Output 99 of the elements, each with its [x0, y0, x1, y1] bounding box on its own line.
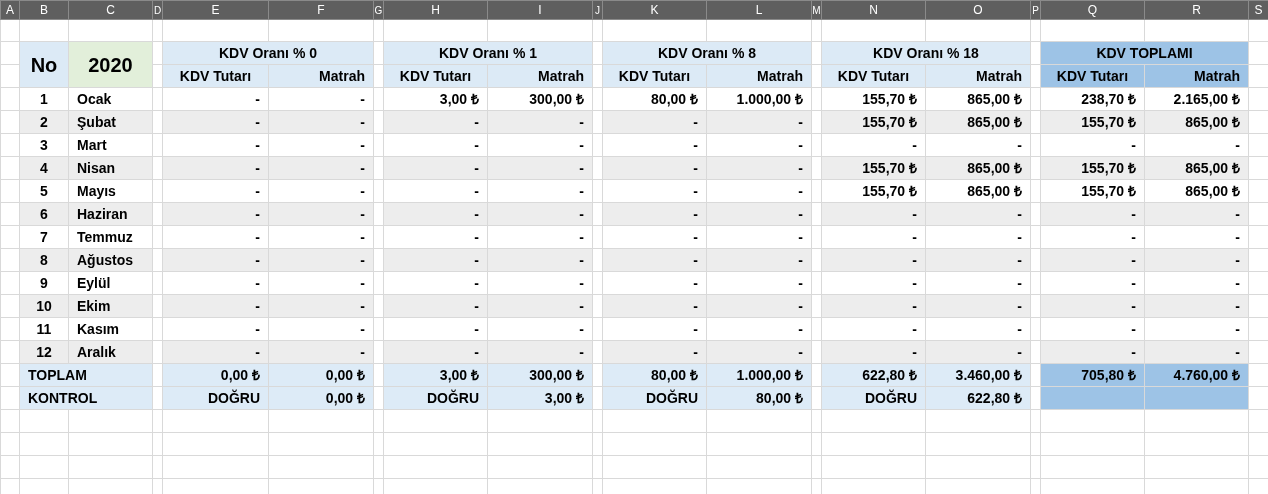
- table-cell: -: [268, 317, 374, 341]
- column-heading: No: [19, 41, 69, 88]
- table-cell: -: [706, 225, 812, 249]
- column-header[interactable]: F: [268, 0, 374, 20]
- column-header[interactable]: L: [706, 0, 812, 20]
- column-header[interactable]: A: [0, 0, 20, 20]
- column-header[interactable]: D: [152, 0, 163, 20]
- table-cell: 238,70 ₺: [1040, 87, 1145, 111]
- table-cell: -: [821, 271, 926, 295]
- table-cell: 300,00 ₺: [487, 87, 593, 111]
- table-cell: KONTROL: [19, 386, 153, 410]
- table-cell: -: [706, 271, 812, 295]
- table-cell: -: [1040, 271, 1145, 295]
- group-heading: KDV Oranı % 1: [383, 41, 593, 65]
- table-cell: -: [602, 133, 707, 157]
- table-cell: 9: [19, 271, 69, 295]
- column-header[interactable]: G: [373, 0, 384, 20]
- table-cell: Mayıs: [68, 179, 153, 203]
- table-cell: -: [821, 133, 926, 157]
- group-heading: KDV Oranı % 0: [162, 41, 374, 65]
- table-cell: -: [162, 317, 269, 341]
- table-cell: -: [1040, 133, 1145, 157]
- column-header[interactable]: B: [19, 0, 69, 20]
- table-cell: -: [383, 271, 488, 295]
- column-heading: 2020: [68, 41, 153, 88]
- table-cell: -: [602, 179, 707, 203]
- table-cell: Ocak: [68, 87, 153, 111]
- table-cell: -: [268, 225, 374, 249]
- column-header[interactable]: C: [68, 0, 153, 20]
- table-cell: -: [487, 133, 593, 157]
- table-cell: Temmuz: [68, 225, 153, 249]
- table-cell: -: [821, 225, 926, 249]
- table-cell: -: [162, 225, 269, 249]
- table-cell: -: [383, 225, 488, 249]
- table-cell: 155,70 ₺: [1040, 179, 1145, 203]
- group-heading: KDV Oranı % 8: [602, 41, 812, 65]
- table-cell: 155,70 ₺: [821, 179, 926, 203]
- column-header[interactable]: M: [811, 0, 822, 20]
- table-cell: 865,00 ₺: [925, 179, 1031, 203]
- table-cell: -: [925, 133, 1031, 157]
- table-cell: 5: [19, 179, 69, 203]
- table-cell: -: [602, 271, 707, 295]
- table-cell: -: [487, 271, 593, 295]
- table-cell: 3,00 ₺: [383, 87, 488, 111]
- table-cell: -: [162, 87, 269, 111]
- column-header[interactable]: K: [602, 0, 707, 20]
- table-cell: -: [602, 225, 707, 249]
- column-header[interactable]: O: [925, 0, 1031, 20]
- table-cell: -: [1144, 271, 1249, 295]
- table-cell: 1.000,00 ₺: [706, 87, 812, 111]
- column-header[interactable]: H: [383, 0, 488, 20]
- table-cell: -: [162, 179, 269, 203]
- table-cell: -: [706, 179, 812, 203]
- table-cell: -: [706, 317, 812, 341]
- table-cell: -: [925, 225, 1031, 249]
- column-header[interactable]: Q: [1040, 0, 1145, 20]
- table-cell: -: [268, 133, 374, 157]
- table-cell: Eylül: [68, 271, 153, 295]
- table-cell: 865,00 ₺: [925, 87, 1031, 111]
- table-cell: -: [383, 179, 488, 203]
- table-cell: TOPLAM: [19, 363, 153, 387]
- table-cell: 11: [19, 317, 69, 341]
- table-cell: -: [268, 179, 374, 203]
- table-cell: -: [925, 317, 1031, 341]
- column-header[interactable]: E: [162, 0, 269, 20]
- table-cell: -: [1040, 225, 1145, 249]
- table-cell: 2.165,00 ₺: [1144, 87, 1249, 111]
- column-header[interactable]: R: [1144, 0, 1249, 20]
- table-cell: Kasım: [68, 317, 153, 341]
- column-header[interactable]: I: [487, 0, 593, 20]
- table-cell: -: [162, 271, 269, 295]
- column-header[interactable]: N: [821, 0, 926, 20]
- table-cell: -: [602, 317, 707, 341]
- table-cell: -: [162, 133, 269, 157]
- table-cell: 3: [19, 133, 69, 157]
- table-cell: -: [821, 317, 926, 341]
- column-header[interactable]: P: [1030, 0, 1041, 20]
- table-cell: -: [925, 271, 1031, 295]
- table-cell: 7: [19, 225, 69, 249]
- table-cell: -: [1144, 317, 1249, 341]
- table-cell: Mart: [68, 133, 153, 157]
- table-cell: -: [1144, 133, 1249, 157]
- table-cell: -: [383, 133, 488, 157]
- table-cell: -: [1144, 225, 1249, 249]
- table-cell: -: [487, 179, 593, 203]
- table-cell: -: [383, 317, 488, 341]
- table-cell: -: [1040, 317, 1145, 341]
- table-cell: 865,00 ₺: [1144, 179, 1249, 203]
- table-cell: -: [268, 87, 374, 111]
- group-heading: KDV Oranı % 18: [821, 41, 1031, 65]
- group-heading: KDV TOPLAMI: [1040, 41, 1249, 65]
- table-cell: 155,70 ₺: [821, 87, 926, 111]
- table-cell: 1: [19, 87, 69, 111]
- table-cell: -: [268, 271, 374, 295]
- table-cell: -: [706, 133, 812, 157]
- table-cell: -: [487, 225, 593, 249]
- table-cell: 80,00 ₺: [602, 87, 707, 111]
- column-header[interactable]: J: [592, 0, 603, 20]
- table-cell: -: [487, 317, 593, 341]
